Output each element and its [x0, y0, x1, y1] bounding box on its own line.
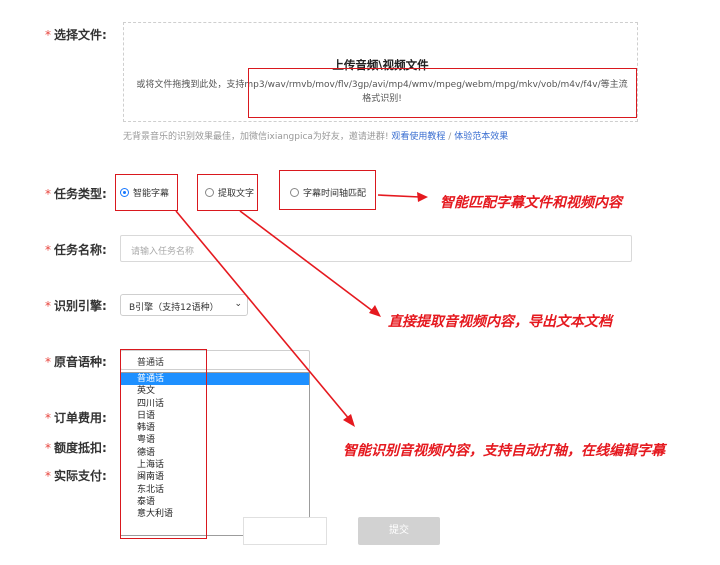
annotation-smart: 智能识别音视频内容，支持自动打轴，在线编辑字幕: [343, 443, 665, 459]
arrow-extract-head: [369, 305, 381, 317]
sample-link[interactable]: 体验范本效果: [454, 132, 508, 142]
radio-smart-subtitle-label: 智能字幕: [133, 189, 170, 199]
quota-label: * 额度抵扣:: [45, 441, 107, 455]
radio-extract-text[interactable]: 提取文字: [205, 186, 254, 199]
submit-button[interactable]: 提交: [358, 517, 440, 545]
order-fee-label: * 订单费用:: [45, 411, 107, 425]
tutorial-link[interactable]: 观看使用教程: [391, 132, 445, 142]
language-label: * 原音语种:: [45, 355, 107, 369]
task-name-placeholder: 请输入任务名称: [131, 247, 195, 257]
radio-checked-icon: [120, 188, 129, 197]
task-name-label: * 任务名称:: [45, 243, 107, 257]
engine-label: * 识别引擎:: [45, 299, 107, 313]
engine-select[interactable]: B引擎（支持12语种） ⌄: [120, 294, 248, 316]
radio-timeline-match[interactable]: 字幕时间轴匹配: [290, 186, 366, 199]
radio-extract-text-label: 提取文字: [218, 189, 255, 199]
link-separator: /: [445, 132, 455, 142]
radio-smart-subtitle[interactable]: 智能字幕: [120, 186, 169, 199]
task-name-input[interactable]: 请输入任务名称: [120, 235, 632, 262]
chevron-down-icon: ⌄: [234, 299, 242, 309]
upload-hint: 无背景音乐的识别效果最佳，加微信ixiangpica为好友，邀请进群! 观看使用…: [123, 129, 508, 142]
radio-unchecked-icon: [205, 188, 214, 197]
radio-unchecked-icon: [290, 188, 299, 197]
hint-text: 无背景音乐的识别效果最佳，加微信ixiangpica为好友，邀请进群!: [123, 132, 389, 142]
annotation-extract: 直接提取音视频内容，导出文本文档: [388, 314, 612, 330]
actual-pay-label: * 实际支付:: [45, 469, 107, 483]
payment-field: [243, 517, 327, 545]
arrow-smart-head: [343, 414, 355, 427]
task-type-label: * 任务类型:: [45, 187, 107, 201]
engine-selected-value: B引擎（支持12语种）: [129, 303, 219, 313]
arrow-match-head: [417, 192, 428, 202]
radio-timeline-match-label: 字幕时间轴匹配: [303, 189, 367, 199]
formats-highlight-box: [248, 68, 637, 118]
arrow-match-line: [377, 194, 421, 198]
annotation-match: 智能匹配字幕文件和视频内容: [440, 195, 622, 211]
language-list-highlight-box: [120, 349, 207, 539]
file-label: * 选择文件:: [45, 28, 107, 42]
